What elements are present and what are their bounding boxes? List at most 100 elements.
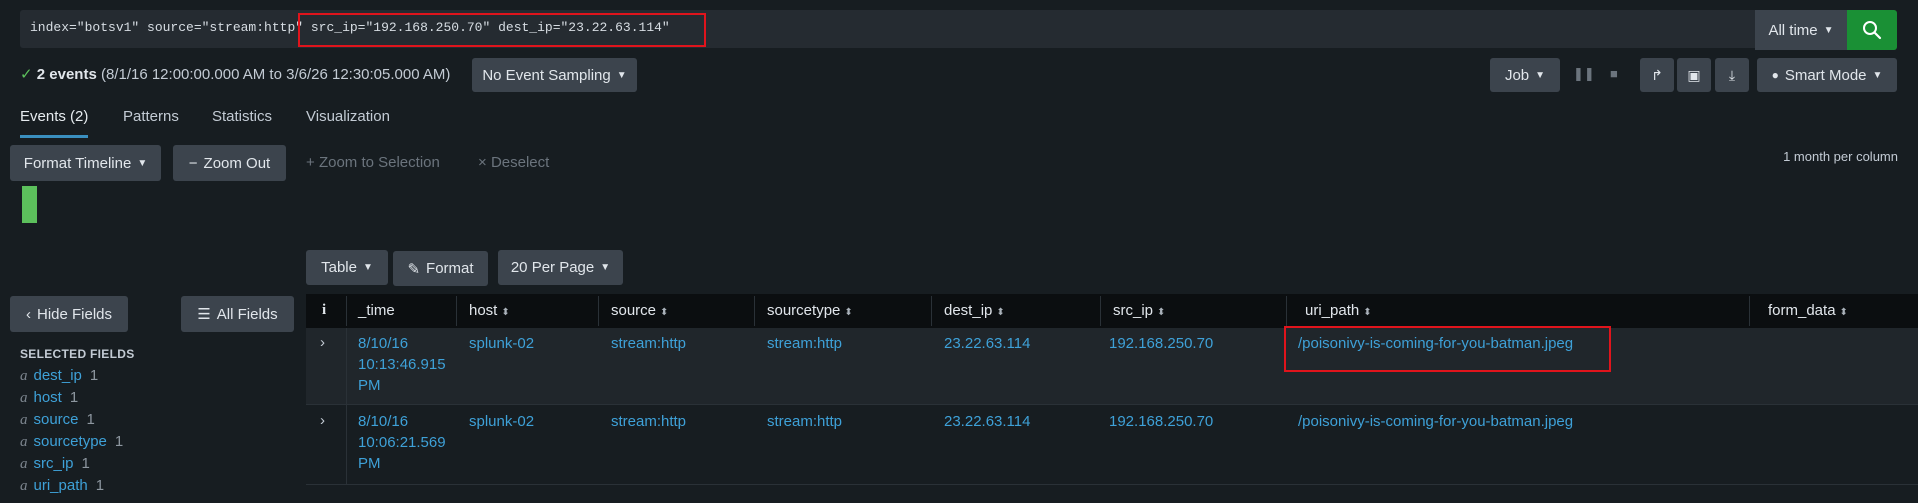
caret-down-icon: ▼ — [362, 262, 373, 273]
field-uri-path[interactable]: a uri_path 1 — [20, 477, 104, 495]
timeline-column-bar[interactable] — [22, 186, 37, 223]
caret-down-icon: ▼ — [137, 157, 148, 169]
column-header-dest-ip[interactable]: dest_ip ⬍ — [944, 302, 1005, 319]
format-timeline-button[interactable]: Format Timeline ▼ — [10, 145, 161, 181]
field-name[interactable]: uri_path — [34, 477, 88, 494]
cell-time[interactable]: 8/10/16 10:13:46.915 PM — [358, 333, 446, 396]
search-icon — [1863, 21, 1882, 40]
column-divider — [346, 296, 347, 326]
cell-source[interactable]: stream:http — [611, 411, 686, 432]
event-count-status: ✓ 2 events (8/1/16 12:00:00.000 AM to 3/… — [20, 65, 450, 83]
column-header-form-data[interactable]: form_data ⬍ — [1768, 302, 1848, 319]
share-icon: ↱ — [1651, 66, 1663, 83]
event-sampling-dropdown[interactable]: No Event Sampling ▼ — [472, 58, 637, 92]
format-button[interactable]: ✎ Format — [393, 251, 488, 286]
field-name[interactable]: host — [34, 389, 62, 406]
stop-icon[interactable]: ■ — [1610, 66, 1618, 81]
column-header-time[interactable]: _time — [358, 302, 395, 319]
field-dest-ip[interactable]: a dest_ip 1 — [20, 367, 98, 385]
field-count: 1 — [89, 367, 99, 384]
tab-visualization[interactable]: Visualization — [306, 108, 390, 125]
hide-fields-button[interactable]: ‹ Hide Fields — [10, 296, 128, 332]
active-tab-indicator — [20, 135, 88, 138]
event-sampling-label: No Event Sampling — [482, 66, 611, 84]
caret-down-icon: ▼ — [1535, 69, 1546, 81]
field-host[interactable]: a host 1 — [20, 389, 78, 407]
caret-down-icon: ▼ — [600, 262, 611, 273]
deselect-button[interactable]: × Deselect — [478, 154, 549, 171]
field-name[interactable]: src_ip — [34, 455, 74, 472]
field-src-ip[interactable]: a src_ip 1 — [20, 455, 90, 473]
job-dropdown[interactable]: Job ▼ — [1490, 58, 1560, 92]
tab-statistics[interactable]: Statistics — [212, 108, 272, 125]
column-header-src-ip[interactable]: src_ip ⬍ — [1113, 302, 1165, 319]
event-count: 2 events — [36, 66, 97, 83]
zoom-to-selection-label: Zoom to Selection — [318, 154, 440, 171]
per-page-label: 20 Per Page — [510, 259, 595, 276]
cell-sourcetype[interactable]: stream:http — [767, 411, 842, 432]
cell-host[interactable]: splunk-02 — [469, 333, 534, 354]
cell-src-ip[interactable]: 192.168.250.70 — [1109, 333, 1213, 354]
check-icon: ✓ — [20, 66, 33, 83]
time-range-picker[interactable]: All time ▼ — [1755, 10, 1847, 50]
column-header-source[interactable]: source ⬍ — [611, 302, 668, 319]
time-clock: 10:13:46.915 — [358, 356, 446, 373]
chevron-right-icon[interactable]: › — [320, 412, 325, 429]
print-button[interactable]: ▣ — [1677, 58, 1711, 92]
close-icon: × — [478, 154, 487, 171]
job-label: Job — [1504, 66, 1530, 84]
column-header-uri-path[interactable]: uri_path ⬍ — [1305, 302, 1372, 319]
sort-icon: ⬍ — [660, 307, 669, 318]
column-divider — [456, 296, 457, 326]
table-view-dropdown[interactable]: Table ▼ — [306, 250, 388, 285]
column-header-sourcetype[interactable]: sourcetype ⬍ — [767, 302, 853, 319]
chevron-right-icon[interactable]: › — [320, 334, 325, 351]
column-label: source — [611, 302, 657, 319]
field-source[interactable]: a source 1 — [20, 411, 95, 429]
cell-src-ip[interactable]: 192.168.250.70 — [1109, 411, 1213, 432]
time-clock: 10:06:21.569 — [358, 434, 446, 451]
field-sourcetype[interactable]: a sourcetype 1 — [20, 433, 123, 451]
plus-icon: + — [306, 154, 315, 171]
format-timeline-label: Format Timeline — [23, 154, 132, 172]
search-button[interactable] — [1847, 10, 1897, 50]
search-mode-label: Smart Mode — [1784, 66, 1867, 84]
cell-uri-path[interactable]: /poisonivy-is-coming-for-you-batman.jpeg — [1298, 411, 1573, 432]
cell-source[interactable]: stream:http — [611, 333, 686, 354]
field-name[interactable]: sourcetype — [34, 433, 107, 450]
cell-dest-ip[interactable]: 23.22.63.114 — [944, 411, 1030, 432]
cell-sourcetype[interactable]: stream:http — [767, 333, 842, 354]
all-fields-label: All Fields — [216, 305, 278, 323]
format-label: Format — [426, 260, 474, 277]
hide-fields-label: Hide Fields — [36, 305, 113, 323]
time-date: 8/10/16 — [358, 335, 409, 352]
zoom-to-selection-button[interactable]: + Zoom to Selection — [306, 154, 440, 171]
cell-host[interactable]: splunk-02 — [469, 411, 534, 432]
per-page-dropdown[interactable]: 20 Per Page ▼ — [498, 250, 623, 285]
info-column-header: i — [322, 302, 327, 318]
column-header-host[interactable]: host ⬍ — [469, 302, 510, 319]
field-name[interactable]: dest_ip — [34, 367, 82, 384]
selected-fields-heading: SELECTED FIELDS — [20, 347, 135, 361]
pause-icon[interactable]: ❚❚ — [1573, 66, 1595, 82]
search-mode-dropdown[interactable]: ● Smart Mode ▼ — [1757, 58, 1897, 92]
zoom-out-button[interactable]: − Zoom Out — [173, 145, 286, 181]
caret-down-icon: ▼ — [1823, 24, 1834, 36]
cell-dest-ip[interactable]: 23.22.63.114 — [944, 333, 1030, 354]
print-icon: ▣ — [1687, 66, 1701, 83]
caret-down-icon: ▼ — [1872, 69, 1883, 81]
field-name[interactable]: source — [34, 411, 79, 428]
search-query-prefix: index="botsv1" source="stream:http" — [30, 20, 311, 35]
column-label: _time — [358, 302, 395, 319]
caret-down-icon: ▼ — [616, 69, 627, 81]
cell-time[interactable]: 8/10/16 10:06:21.569 PM — [358, 411, 446, 474]
column-divider — [1286, 296, 1287, 326]
export-button[interactable]: ⤓ — [1715, 58, 1749, 92]
field-type-icon: a — [20, 456, 28, 472]
tab-patterns[interactable]: Patterns — [123, 108, 179, 125]
column-label: uri_path — [1305, 302, 1360, 319]
share-button[interactable]: ↱ — [1640, 58, 1674, 92]
all-fields-button[interactable]: ☰ All Fields — [181, 296, 294, 332]
tab-events[interactable]: Events (2) — [20, 108, 88, 125]
field-count: 1 — [95, 477, 105, 494]
